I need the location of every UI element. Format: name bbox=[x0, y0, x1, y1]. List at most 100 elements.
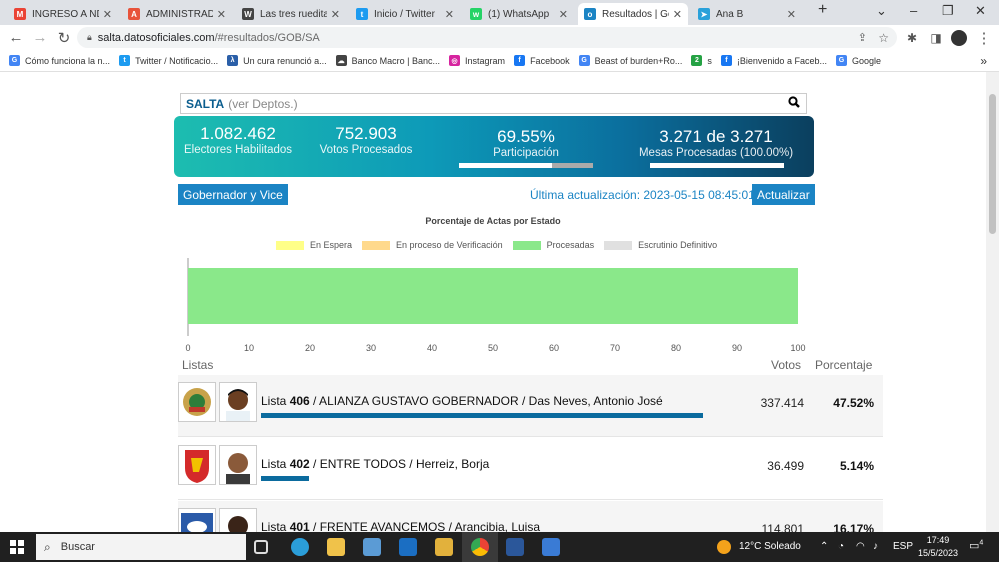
bookmark-favicon-icon: ☁ bbox=[335, 55, 347, 66]
list-votes: 337.414 bbox=[760, 396, 804, 410]
task-view-icon[interactable] bbox=[254, 540, 268, 554]
tab-close-icon[interactable]: ✕ bbox=[103, 8, 112, 21]
tab-4[interactable]: w (1) WhatsApp ✕ bbox=[464, 3, 574, 25]
tab-close-icon[interactable]: ✕ bbox=[673, 8, 682, 21]
legend-item: En Espera bbox=[276, 240, 352, 250]
bookmark-item[interactable]: ☁ Banco Macro | Banc... bbox=[335, 55, 441, 66]
profile-avatar[interactable] bbox=[951, 30, 967, 46]
tab-favicon-icon: A bbox=[128, 8, 140, 20]
tab-1[interactable]: A ADMINISTRADOR ✕ bbox=[122, 3, 232, 25]
mail-icon[interactable] bbox=[399, 538, 417, 556]
word-icon[interactable] bbox=[506, 538, 524, 556]
minimize-icon[interactable]: – bbox=[910, 3, 917, 18]
tray-chevron-icon[interactable]: ⌃ bbox=[820, 541, 828, 552]
bookmark-star-icon[interactable]: ☆ bbox=[878, 31, 889, 45]
windows-start-icon[interactable] bbox=[10, 540, 24, 557]
x-tick-label: 60 bbox=[549, 343, 559, 353]
bookmark-label: Beast of burden+Ro... bbox=[594, 55, 683, 66]
new-tab-button[interactable]: + bbox=[818, 1, 827, 19]
tab-2[interactable]: W Las tres rueditas c ✕ bbox=[236, 3, 346, 25]
store-icon[interactable] bbox=[363, 538, 381, 556]
bookmark-item[interactable]: ◎ Instagram bbox=[449, 55, 505, 66]
bookmark-label: Instagram bbox=[465, 55, 506, 66]
list-label: Lista 401 / FRENTE AVANCEMOS / Arancibia… bbox=[261, 520, 541, 532]
region-search[interactable]: SALTA (ver Deptos.) bbox=[180, 93, 807, 114]
bar-procesadas[interactable] bbox=[188, 268, 798, 324]
bookmark-item[interactable]: f ¡Bienvenido a Faceb... bbox=[720, 55, 827, 66]
bookmark-favicon-icon: ◎ bbox=[449, 55, 461, 66]
file-explorer-icon[interactable] bbox=[327, 538, 345, 556]
forward-icon[interactable]: → bbox=[28, 29, 52, 46]
weather-text[interactable]: 12°C Soleado bbox=[739, 541, 801, 552]
tab-close-icon[interactable]: ✕ bbox=[559, 8, 568, 21]
bookmark-item[interactable]: t Twitter / Notificacio... bbox=[119, 55, 218, 66]
tab-close-icon[interactable]: ✕ bbox=[331, 8, 340, 21]
tab-close-icon[interactable]: ✕ bbox=[787, 8, 796, 21]
bookmark-item[interactable]: 2s bbox=[691, 55, 712, 66]
maximize-icon[interactable]: ❐ bbox=[942, 3, 954, 19]
language-indicator[interactable]: ESP bbox=[893, 541, 913, 552]
close-window-icon[interactable]: ✕ bbox=[975, 3, 986, 19]
menu-icon[interactable]: ⋮ bbox=[972, 29, 996, 47]
bookmarks-bar: G Cómo funciona la n... t Twitter / Notific… bbox=[0, 50, 999, 72]
listas-header: Listas bbox=[182, 358, 214, 372]
edge-icon[interactable] bbox=[291, 538, 309, 556]
mesas-progress bbox=[650, 163, 784, 168]
tab-3[interactable]: t Inicio / Twitter ✕ bbox=[350, 3, 460, 25]
back-icon[interactable]: ← bbox=[4, 29, 28, 46]
browser-tab-bar: M INGRESO A NDR ✕ A ADMINISTRADOR ✕ W Las tres … bbox=[0, 0, 999, 25]
party-emblem bbox=[178, 445, 216, 485]
page-scrollbar[interactable] bbox=[986, 72, 999, 532]
list-row-401[interactable]: Lista 401 / FRENTE AVANCEMOS / Arancibia… bbox=[178, 501, 883, 532]
view-departments-link[interactable]: (ver Deptos.) bbox=[228, 97, 297, 111]
list-row-402[interactable]: Lista 402 / ENTRE TODOS / Herreiz, Borja… bbox=[178, 438, 883, 500]
extensions-icon[interactable]: ✱ bbox=[900, 31, 924, 45]
address-bar[interactable]: 🔒︎ salta.datosoficiales.com/#resultados/… bbox=[77, 27, 897, 48]
photos-icon[interactable] bbox=[542, 538, 560, 556]
app-icon[interactable] bbox=[435, 538, 453, 556]
bookmark-item[interactable]: f Facebook bbox=[514, 55, 570, 66]
search-icon[interactable] bbox=[788, 96, 800, 111]
bookmark-item[interactable]: G Google bbox=[835, 55, 881, 66]
tab-title: Inicio / Twitter bbox=[374, 8, 435, 20]
notifications-icon[interactable]: ▭4 bbox=[969, 539, 983, 552]
tab-search-icon[interactable]: ⌄ bbox=[876, 3, 887, 19]
bookmark-item[interactable]: G Cómo funciona la n... bbox=[9, 55, 110, 66]
list-row-406[interactable]: Lista 406 / ALIANZA GUSTAVO GOBERNADOR /… bbox=[178, 375, 883, 437]
bookmarks-more-icon[interactable]: » bbox=[980, 54, 987, 68]
tab-close-icon[interactable]: ✕ bbox=[445, 8, 454, 21]
volume-icon[interactable]: ♪ bbox=[873, 541, 878, 552]
party-emblem bbox=[178, 508, 216, 532]
last-update: Última actualización: 2023-05-15 08:45:0… bbox=[530, 188, 755, 202]
election-type-button[interactable]: Gobernador y Vice bbox=[178, 184, 288, 205]
tab-5[interactable]: o Resultados | Gob ✕ bbox=[578, 3, 688, 25]
tab-6[interactable]: ➤ Ana B ✕ bbox=[692, 3, 802, 25]
x-tick-label: 90 bbox=[732, 343, 742, 353]
reload-icon[interactable]: ↻ bbox=[52, 29, 76, 47]
chrome-taskbar-button[interactable] bbox=[462, 532, 498, 562]
tab-0[interactable]: M INGRESO A NDR ✕ bbox=[8, 3, 118, 25]
tab-favicon-icon: ➤ bbox=[698, 8, 710, 20]
bookmark-item[interactable]: λ Un cura renunció a... bbox=[227, 55, 327, 66]
network-icon[interactable]: ◔ bbox=[838, 541, 844, 552]
bookmark-label: Banco Macro | Banc... bbox=[351, 55, 441, 66]
clock-date: 15/5/2023 bbox=[918, 548, 959, 558]
x-tick-label: 20 bbox=[305, 343, 315, 353]
clock[interactable]: 17:49 15/5/2023 bbox=[918, 534, 958, 560]
bookmark-label: Facebook bbox=[530, 55, 570, 66]
scrollbar-thumb[interactable] bbox=[989, 94, 996, 234]
list-percentage: 5.14% bbox=[839, 459, 874, 473]
browser-toolbar: ← → ↻ 🔒︎ salta.datosoficiales.com/#resul… bbox=[0, 25, 999, 50]
tab-title: (1) WhatsApp bbox=[488, 8, 550, 20]
list-percentage: 47.52% bbox=[833, 396, 874, 410]
refresh-button[interactable]: Actualizar bbox=[752, 184, 815, 205]
wifi-icon[interactable]: ◠ bbox=[856, 541, 865, 552]
bookmark-label: s bbox=[707, 55, 712, 66]
list-votes: 114.801 bbox=[761, 522, 805, 532]
sidepanel-icon[interactable]: ◨ bbox=[924, 31, 948, 45]
tab-title: Las tres rueditas c bbox=[260, 8, 327, 20]
bookmark-item[interactable]: G Beast of burden+Ro... bbox=[578, 55, 683, 66]
share-icon[interactable]: ⇪ bbox=[858, 31, 867, 44]
taskbar-search[interactable]: ⌕ Buscar bbox=[36, 534, 246, 560]
tab-close-icon[interactable]: ✕ bbox=[217, 8, 226, 21]
